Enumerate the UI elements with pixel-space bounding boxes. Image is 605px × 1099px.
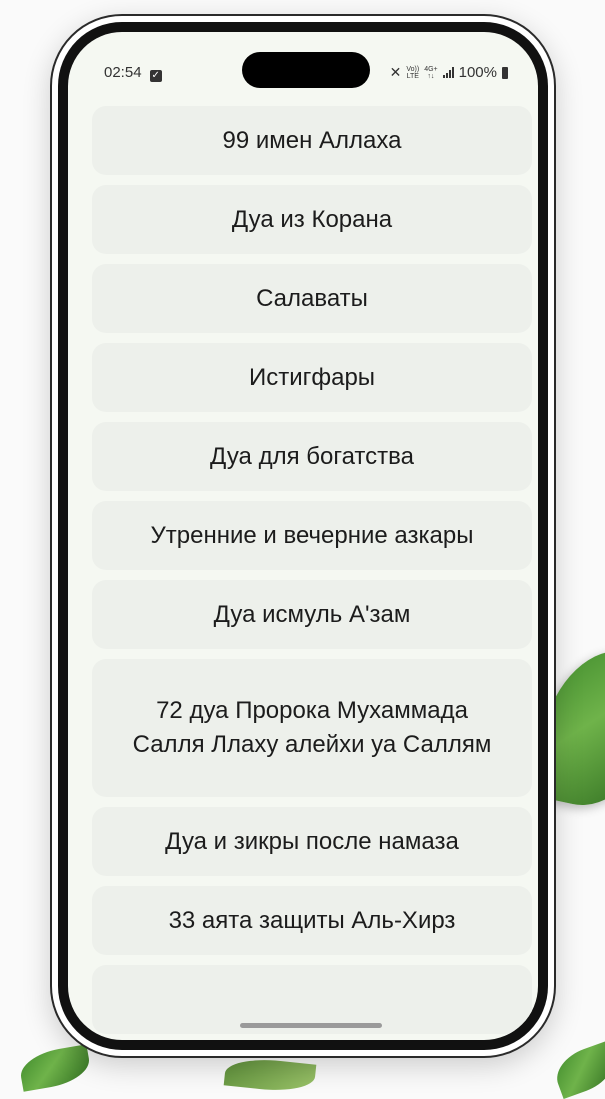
menu-item-33-ayat-hirz[interactable]: 33 аята защиты Аль-Хирз <box>92 886 532 955</box>
menu-item-label: Утренние и вечерние азкары <box>150 521 474 549</box>
menu-item-72-dua-prophet[interactable]: 72 дуа Пророка Мухаммада Салля Ллаху але… <box>92 659 532 797</box>
decorative-leaf-bottom-right <box>549 1040 605 1099</box>
menu-item-label: Дуа из Корана <box>231 205 393 233</box>
volte-top-text: Vo)) <box>406 65 420 73</box>
phone-screen: 02:54 ✓ ✕ Vo)) LTE 4G+ ↑↓ 100% 99 имен А… <box>68 32 538 1040</box>
phone-frame: 02:54 ✓ ✕ Vo)) LTE 4G+ ↑↓ 100% 99 имен А… <box>50 14 556 1058</box>
mute-icon: ✕ <box>389 64 402 80</box>
status-time: 02:54 ✓ <box>104 64 162 82</box>
volte-icon: Vo)) LTE <box>406 66 419 80</box>
status-icons: ✕ Vo)) LTE 4G+ ↑↓ 100% <box>390 64 508 81</box>
menu-item-label: Истигфары <box>248 363 376 391</box>
signal-strength-icon <box>442 67 454 78</box>
menu-item-salawat[interactable]: Салаваты <box>92 264 532 333</box>
menu-item-dua-from-quran[interactable]: Дуа из Корана <box>92 185 532 254</box>
menu-item-dua-for-wealth[interactable]: Дуа для богатства <box>92 422 532 491</box>
menu-item-label: Дуа и зикры после намаза <box>165 827 459 855</box>
menu-item-after-prayer[interactable]: Дуа и зикры после намаза <box>92 807 532 876</box>
menu-item-label: 99 имен Аллаха <box>222 126 402 154</box>
network-bottom-text: ↑↓ <box>427 72 435 80</box>
menu-item-label: 33 аята защиты Аль-Хирз <box>168 906 456 934</box>
menu-item-label: Салаваты <box>256 284 368 312</box>
network-top-text: 4G+ <box>424 65 438 73</box>
menu-item-morning-evening-adhkar[interactable]: Утренние и вечерние азкары <box>92 501 532 570</box>
home-indicator[interactable] <box>240 1023 382 1028</box>
decorative-leaf-bottom-center <box>223 1055 317 1095</box>
notification-check-icon: ✓ <box>149 70 162 82</box>
camera-notch <box>242 52 370 88</box>
network-type-icon: 4G+ ↑↓ <box>424 66 437 80</box>
status-time-text: 02:54 <box>104 64 142 81</box>
menu-item-99-names[interactable]: 99 имен Аллаха <box>92 106 532 175</box>
menu-item-label: 72 дуа Пророка Мухаммада Салля Ллаху але… <box>132 697 492 758</box>
menu-item-istighfar[interactable]: Истигфары <box>92 343 532 412</box>
battery-icon <box>502 66 508 79</box>
volte-bottom-text: LTE <box>406 72 419 80</box>
battery-percentage: 100% <box>458 64 497 81</box>
menu-item-ismul-azam[interactable]: Дуа исмуль А'зам <box>92 580 532 649</box>
phone-bezel: 02:54 ✓ ✕ Vo)) LTE 4G+ ↑↓ 100% 99 имен А… <box>58 22 548 1050</box>
menu-item-label: Дуа исмуль А'зам <box>213 600 411 628</box>
menu-item-label: Дуа для богатства <box>210 442 414 470</box>
decorative-leaf-bottom-left <box>17 1044 93 1092</box>
dua-menu-list: 99 имен Аллаха Дуа из Корана Салаваты Ис… <box>92 106 532 1040</box>
